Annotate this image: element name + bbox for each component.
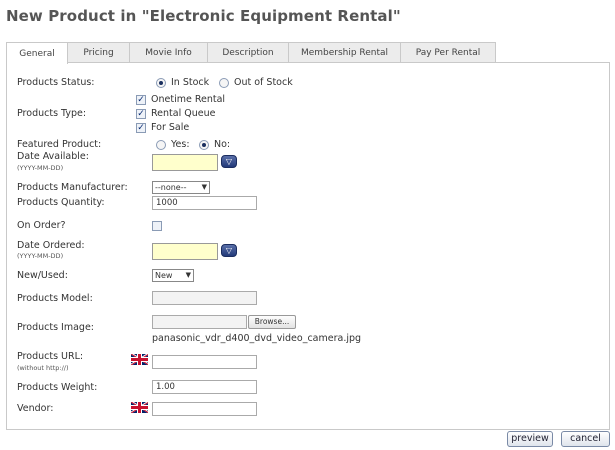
vendor-label: Vendor:	[17, 403, 54, 414]
url-input[interactable]	[152, 355, 257, 369]
in-stock-radio[interactable]	[156, 78, 166, 88]
in-stock-label: In Stock	[171, 77, 210, 88]
image-label: Products Image:	[17, 322, 94, 333]
tab-description[interactable]: Description	[207, 42, 289, 63]
manufacturer-label: Products Manufacturer:	[17, 182, 128, 193]
onetime-rental-checkbox[interactable]: ✓	[136, 95, 146, 105]
weight-label: Products Weight:	[17, 382, 98, 393]
general-panel	[6, 62, 610, 430]
preview-button[interactable]: preview	[507, 431, 553, 447]
on-order-checkbox[interactable]	[152, 221, 162, 231]
url-label: Products URL:	[17, 351, 84, 362]
uk-flag-icon	[131, 402, 148, 413]
type-label: Products Type:	[17, 108, 87, 119]
image-filename: panasonic_vdr_d400_dvd_video_camera.jpg	[152, 333, 362, 344]
featured-no-label: No:	[214, 139, 231, 150]
date-available-hint: (YYYY-MM-DD)	[17, 164, 64, 172]
image-file-input[interactable]	[152, 315, 247, 329]
out-of-stock-radio[interactable]	[219, 78, 229, 88]
date-ordered-label: Date Ordered:	[17, 240, 85, 251]
quantity-input[interactable]: 1000	[152, 196, 257, 210]
chevron-down-icon: ▼	[185, 271, 191, 279]
browse-button[interactable]: Browse...	[248, 315, 296, 329]
out-of-stock-label: Out of Stock	[234, 77, 293, 88]
for-sale-label: For Sale	[151, 122, 190, 133]
page-title: New Product in "Electronic Equipment Ren…	[6, 7, 401, 25]
chevron-down-icon: ▼	[201, 183, 207, 191]
date-ordered-input[interactable]	[152, 243, 218, 260]
tab-membership-rental[interactable]: Membership Rental	[288, 42, 401, 63]
vendor-input[interactable]	[152, 402, 257, 416]
for-sale-checkbox[interactable]: ✓	[136, 123, 146, 133]
new-used-label: New/Used:	[17, 270, 68, 281]
status-label: Products Status:	[17, 77, 95, 88]
new-used-value: New	[155, 271, 173, 280]
url-hint: (without http://)	[17, 364, 69, 372]
tab-bar: General Pricing Movie Info Description M…	[6, 42, 496, 64]
date-available-label: Date Available:	[17, 151, 89, 162]
date-available-input[interactable]	[152, 154, 218, 171]
model-label: Products Model:	[17, 293, 93, 304]
featured-yes-label: Yes:	[171, 139, 190, 150]
featured-yes-radio[interactable]	[156, 140, 166, 150]
manufacturer-value: --none--	[155, 183, 187, 192]
rental-queue-label: Rental Queue	[151, 108, 216, 119]
calendar-dropdown-icon[interactable]: ▽	[221, 244, 237, 257]
cancel-button[interactable]: cancel	[561, 431, 610, 447]
uk-flag-icon	[131, 354, 148, 365]
manufacturer-select[interactable]: --none-- ▼	[152, 181, 210, 194]
quantity-label: Products Quantity:	[17, 197, 105, 208]
onetime-rental-label: Onetime Rental	[151, 94, 226, 105]
on-order-label: On Order?	[17, 220, 66, 231]
calendar-dropdown-icon[interactable]: ▽	[221, 155, 237, 168]
tab-pay-per-rental[interactable]: Pay Per Rental	[400, 42, 496, 63]
date-ordered-hint: (YYYY-MM-DD)	[17, 252, 64, 260]
tab-pricing[interactable]: Pricing	[67, 42, 130, 63]
featured-label: Featured Product:	[17, 139, 102, 150]
tab-general[interactable]: General	[6, 42, 68, 64]
model-input[interactable]	[152, 291, 257, 305]
featured-no-radio[interactable]	[199, 140, 209, 150]
weight-input[interactable]: 1.00	[152, 380, 257, 394]
rental-queue-checkbox[interactable]: ✓	[136, 109, 146, 119]
new-used-select[interactable]: New ▼	[152, 269, 194, 282]
tab-movie-info[interactable]: Movie Info	[129, 42, 208, 63]
